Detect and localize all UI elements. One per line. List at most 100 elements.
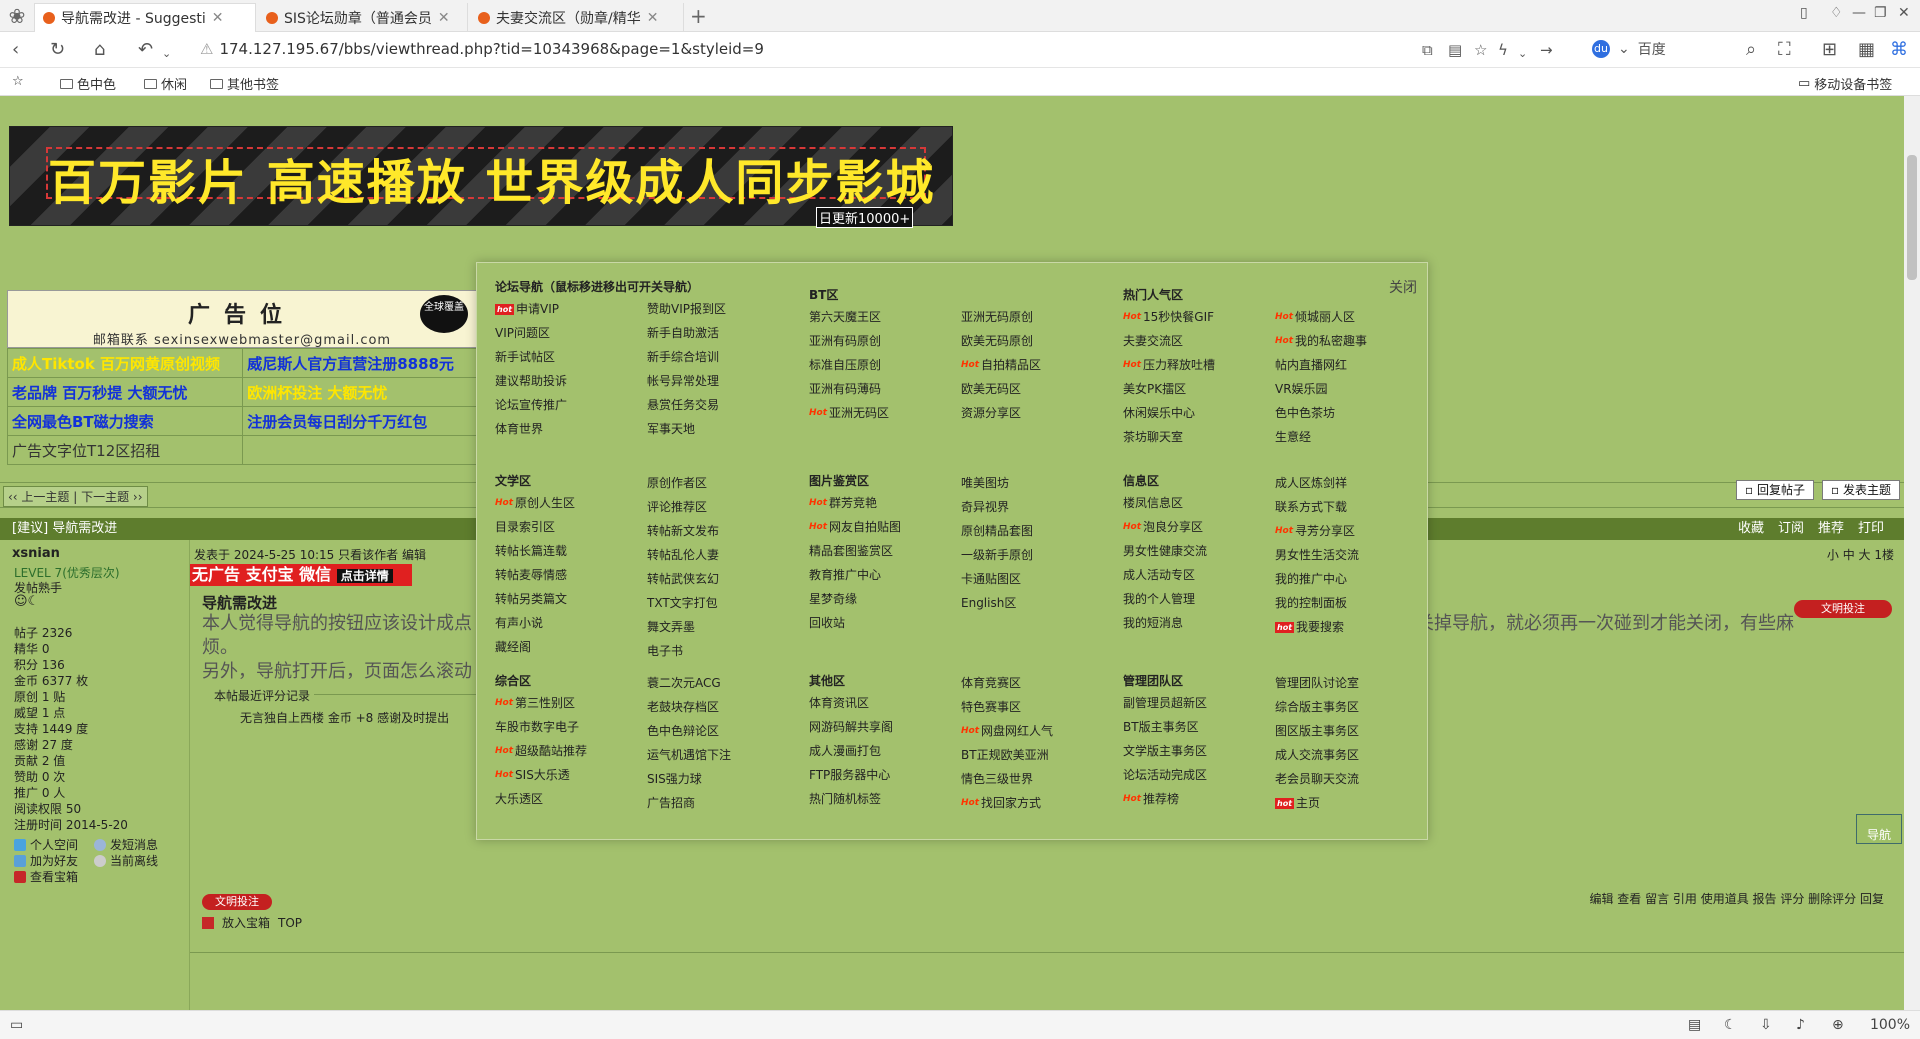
nav-link[interactable]: Hot 网友自拍贴图 bbox=[809, 515, 901, 539]
ad-link[interactable]: 成人Tiktok 百万网黄原创视频 bbox=[6, 348, 244, 378]
civil-bet-badge[interactable]: 文明投注 bbox=[1794, 600, 1892, 618]
nav-link[interactable]: Hot 泡良分享区 bbox=[1123, 515, 1207, 539]
nav-link[interactable]: 色中色辩论区 bbox=[647, 719, 731, 743]
nav-link[interactable]: 车股市数字电子 bbox=[495, 715, 587, 739]
nav-link[interactable]: 文学版主事务区 bbox=[1123, 739, 1207, 763]
close-tab-icon[interactable]: ✕ bbox=[212, 10, 224, 26]
tab-medal[interactable]: SIS论坛勋章（普通会员 ✕ bbox=[258, 3, 468, 32]
scrollbar-thumb[interactable] bbox=[1907, 155, 1917, 280]
nav-link[interactable]: BT版主事务区 bbox=[1123, 715, 1207, 739]
nav-link[interactable]: 评论推荐区 bbox=[647, 495, 719, 519]
nav-link[interactable]: 情色三级世界 bbox=[961, 767, 1053, 791]
bookmark-folder-sezhongse[interactable]: 色中色 bbox=[60, 74, 116, 93]
nav-link[interactable]: English区 bbox=[961, 591, 1033, 615]
floating-nav-button[interactable]: 导航 bbox=[1856, 814, 1902, 844]
url-field[interactable]: ⚠ 174.127.195.67/bbs/viewthread.php?tid=1… bbox=[200, 40, 764, 58]
reader-icon[interactable]: ⧉ bbox=[1422, 40, 1433, 60]
nav-link[interactable]: 回收站 bbox=[809, 611, 901, 635]
translate-icon[interactable]: ▤ bbox=[1448, 40, 1462, 60]
nav-link[interactable]: 新手综合培训 bbox=[647, 345, 726, 369]
nav-link[interactable]: 茶坊聊天室 bbox=[1123, 425, 1215, 449]
new-topic-button[interactable]: ▫ 发表主题 bbox=[1822, 480, 1900, 500]
reply-button[interactable]: ▫ 回复帖子 bbox=[1736, 480, 1814, 500]
nav-link[interactable]: 转帖新文发布 bbox=[647, 519, 719, 543]
nav-link[interactable]: Hot 寻芳分享区 bbox=[1275, 519, 1359, 543]
nav-link[interactable]: 联系方式下载 bbox=[1275, 495, 1359, 519]
subscribe-link[interactable]: 订阅 bbox=[1778, 518, 1804, 540]
nav-link[interactable]: 我的个人管理 bbox=[1123, 587, 1207, 611]
nav-link[interactable]: TXT文字打包 bbox=[647, 591, 719, 615]
nav-link[interactable]: Hot 压力释放吐槽 bbox=[1123, 353, 1215, 377]
nav-link[interactable]: 亚洲有码薄码 bbox=[809, 377, 889, 401]
search-engine-selector[interactable]: du ⌄ 百度 bbox=[1592, 39, 1666, 59]
ad-link[interactable]: 注册会员每日刮分千万红包 bbox=[242, 406, 477, 436]
nav-link[interactable]: 原创精品套图 bbox=[961, 519, 1033, 543]
tab-suggestion[interactable]: 导航需改进 - Suggesti ✕ bbox=[34, 3, 256, 32]
nav-link[interactable]: 资源分享区 bbox=[961, 401, 1041, 425]
camera-icon[interactable]: ▭ bbox=[10, 1017, 23, 1033]
nav-link[interactable]: 藏经阁 bbox=[495, 635, 575, 659]
civil-bet-badge[interactable]: 文明投注 bbox=[202, 894, 272, 910]
nav-link[interactable]: 副管理员超新区 bbox=[1123, 691, 1207, 715]
nav-link[interactable]: 欧美无码区 bbox=[961, 377, 1041, 401]
nav-link[interactable]: 夫妻交流区 bbox=[1123, 329, 1215, 353]
back-icon[interactable]: ‹ bbox=[12, 40, 19, 60]
nav-link[interactable]: 体育竞赛区 bbox=[961, 671, 1053, 695]
nav-link[interactable]: 蓑二次元ACG bbox=[647, 671, 731, 695]
put-in-treasure-link[interactable]: 放入宝箱 bbox=[222, 914, 270, 931]
nav-link[interactable]: Hot 亚洲无码区 bbox=[809, 401, 889, 425]
nav-link[interactable]: 欧美无码原创 bbox=[961, 329, 1041, 353]
nav-link[interactable]: Hot SIS大乐透 bbox=[495, 763, 587, 787]
nav-link[interactable]: Hot 超级酷站推荐 bbox=[495, 739, 587, 763]
prev-next-links[interactable]: ‹‹ 上一主题 | 下一主题 ›› bbox=[3, 486, 148, 507]
new-tab-icon[interactable]: + bbox=[690, 4, 707, 28]
restore-icon[interactable]: ❐ bbox=[1874, 5, 1887, 21]
ad-link[interactable]: 广告文字位T12区招租 bbox=[6, 435, 244, 465]
nav-link[interactable]: 我的短消息 bbox=[1123, 611, 1207, 635]
nav-link[interactable]: 老鼓块存档区 bbox=[647, 695, 731, 719]
nav-link[interactable]: 帐号异常处理 bbox=[647, 369, 726, 393]
nav-link[interactable]: 星梦奇缘 bbox=[809, 587, 901, 611]
nav-link[interactable]: 楼凤信息区 bbox=[1123, 491, 1207, 515]
close-window-icon[interactable]: ✕ bbox=[1898, 5, 1910, 21]
chevron-down-icon[interactable]: ⌄ bbox=[1518, 44, 1527, 64]
ad-link[interactable]: 威尼斯人官方直营注册8888元 bbox=[242, 348, 477, 378]
close-tab-icon[interactable]: ✕ bbox=[438, 10, 450, 26]
home-icon[interactable]: ⌂ bbox=[94, 40, 105, 60]
send-message-link[interactable]: 发短消息 bbox=[94, 836, 158, 853]
nav-link[interactable]: Hot 第三性别区 bbox=[495, 691, 587, 715]
bookmark-folder-other[interactable]: 其他书签 bbox=[210, 74, 279, 93]
nav-link[interactable]: 标准自压原创 bbox=[809, 353, 889, 377]
nav-link[interactable]: 转帖长篇连载 bbox=[495, 539, 575, 563]
search-icon[interactable]: ⌕ bbox=[1746, 40, 1756, 60]
recommend-link[interactable]: 推荐 bbox=[1818, 518, 1844, 540]
nav-link[interactable]: VR娱乐园 bbox=[1275, 377, 1367, 401]
nav-link[interactable]: 休闲娱乐中心 bbox=[1123, 401, 1215, 425]
nav-link[interactable]: 热门随机标签 bbox=[809, 787, 893, 811]
author-name[interactable]: xsnian bbox=[12, 546, 60, 561]
top-link[interactable]: TOP bbox=[278, 916, 302, 930]
nav-link[interactable]: Hot 群芳竞艳 bbox=[809, 491, 901, 515]
nav-link[interactable]: 转帖另类篇文 bbox=[495, 587, 575, 611]
nav-link[interactable]: Hot 自拍精品区 bbox=[961, 353, 1041, 377]
no-ad-banner[interactable]: 无广告 支付宝 微信 点击详情 bbox=[190, 564, 412, 586]
nav-link[interactable]: 特色赛事区 bbox=[961, 695, 1053, 719]
zoom-icon[interactable]: ⊕ bbox=[1832, 1017, 1844, 1033]
nav-link[interactable]: 原创作者区 bbox=[647, 471, 719, 495]
video-site-banner[interactable]: 百万影片 高速播放 世界级成人同步影城 日更新10000+ bbox=[9, 126, 953, 228]
nav-link[interactable]: 网游码解共享阁 bbox=[809, 715, 893, 739]
nav-link[interactable]: 亚洲无码原创 bbox=[961, 305, 1041, 329]
nav-link[interactable]: Hot 倾城丽人区 bbox=[1275, 305, 1367, 329]
nav-link[interactable]: 成人活动专区 bbox=[1123, 563, 1207, 587]
nav-link[interactable]: 转帖麦辱情感 bbox=[495, 563, 575, 587]
nav-link[interactable]: 美女PK擂区 bbox=[1123, 377, 1215, 401]
lightning-icon[interactable]: ϟ bbox=[1498, 40, 1508, 60]
download-icon[interactable]: ⇩ bbox=[1760, 1017, 1772, 1033]
nav-link[interactable]: Hot 网盘网红人气 bbox=[961, 719, 1053, 743]
nav-link[interactable]: 第六天魔王区 bbox=[809, 305, 889, 329]
nav-link[interactable]: 精品套图鉴赏区 bbox=[809, 539, 901, 563]
nav-link[interactable]: Hot 15秒快餐GIF bbox=[1123, 305, 1215, 329]
screenshot-icon[interactable]: ⛶ bbox=[1778, 40, 1791, 60]
font-size-switch[interactable]: 小 中 大 1楼 bbox=[1827, 546, 1894, 563]
nav-link[interactable]: 新手自助激活 bbox=[647, 321, 726, 345]
